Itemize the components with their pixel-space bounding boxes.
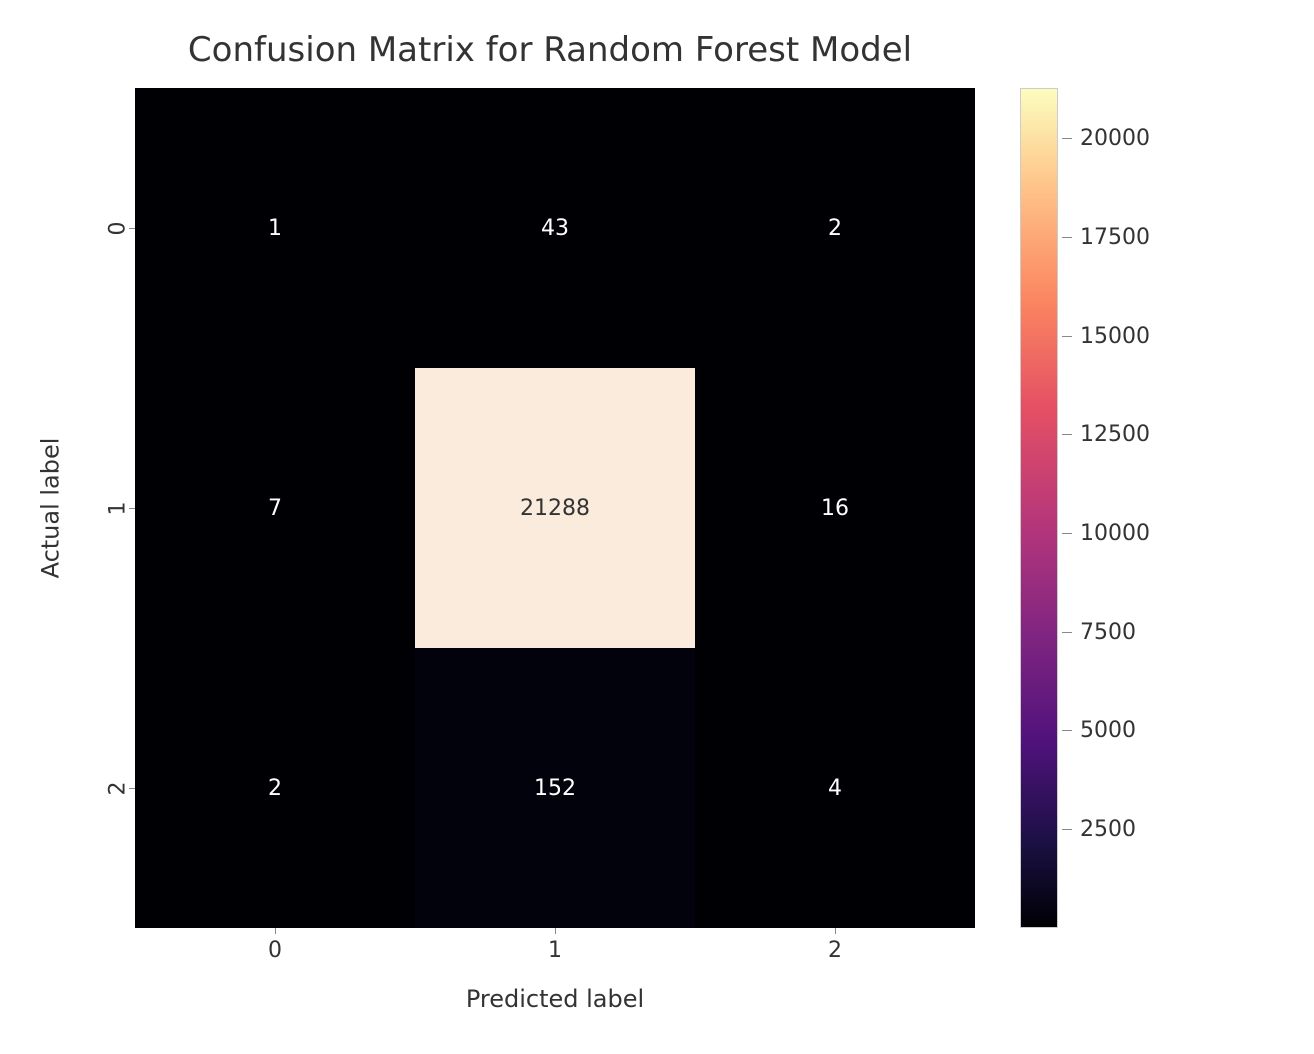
- colorbar-tick-label: 12500: [1080, 422, 1150, 447]
- y-tick-0: 0: [85, 88, 125, 368]
- colorbar-tick-mark: [1062, 829, 1072, 830]
- colorbar-tick-mark: [1062, 138, 1072, 139]
- heatmap-cell: 1: [135, 88, 415, 368]
- colorbar-tick-mark: [1062, 632, 1072, 633]
- x-tick-0: 0: [135, 938, 415, 963]
- colorbar-tick-label: 17500: [1080, 225, 1150, 250]
- y-tick-mark: [129, 508, 135, 509]
- cell-value: 152: [534, 776, 576, 801]
- chart-title: Confusion Matrix for Random Forest Model: [0, 30, 1100, 70]
- colorbar-tick-mark: [1062, 336, 1072, 337]
- y-tick-mark: [129, 228, 135, 229]
- confusion-matrix-figure: Confusion Matrix for Random Forest Model…: [0, 0, 1314, 1054]
- x-tick-mark: [275, 928, 276, 934]
- heatmap-cell: 2: [135, 648, 415, 928]
- colorbar-tick-mark: [1062, 434, 1072, 435]
- heatmap-cell: 16: [695, 368, 975, 648]
- colorbar-tick-mark: [1062, 237, 1072, 238]
- heatmap-cell: 43: [415, 88, 695, 368]
- colorbar-tick-mark: [1062, 533, 1072, 534]
- x-tick-mark: [555, 928, 556, 934]
- colorbar-tick-label: 5000: [1080, 718, 1136, 743]
- x-tick-1: 1: [415, 938, 695, 963]
- cell-value: 2: [828, 216, 842, 241]
- y-tick-2: 2: [85, 648, 125, 928]
- heatmap-cell: 152: [415, 648, 695, 928]
- heatmap-cell: 21288: [415, 368, 695, 648]
- x-axis-label: Predicted label: [135, 985, 975, 1013]
- colorbar-tick-label: 15000: [1080, 324, 1150, 349]
- heatmap-cell: 4: [695, 648, 975, 928]
- cell-value: 2: [268, 776, 282, 801]
- heatmap-grid: 1 43 2 7 21288 16 2 152 4: [135, 88, 975, 928]
- colorbar: [1020, 88, 1058, 928]
- x-tick-2: 2: [695, 938, 975, 963]
- heatmap-cell: 7: [135, 368, 415, 648]
- cell-value: 1: [268, 216, 282, 241]
- colorbar-tick-label: 7500: [1080, 620, 1136, 645]
- cell-value: 7: [268, 496, 282, 521]
- colorbar-tick-label: 20000: [1080, 126, 1150, 151]
- cell-value: 4: [828, 776, 842, 801]
- colorbar-tick-label: 2500: [1080, 817, 1136, 842]
- x-tick-mark: [835, 928, 836, 934]
- y-tick-1: 1: [85, 368, 125, 648]
- heatmap-cell: 2: [695, 88, 975, 368]
- cell-value: 21288: [520, 496, 590, 521]
- cell-value: 16: [821, 496, 849, 521]
- cell-value: 43: [541, 216, 569, 241]
- y-axis-label: Actual label: [35, 88, 65, 928]
- colorbar-tick-mark: [1062, 730, 1072, 731]
- y-tick-mark: [129, 788, 135, 789]
- colorbar-tick-label: 10000: [1080, 521, 1150, 546]
